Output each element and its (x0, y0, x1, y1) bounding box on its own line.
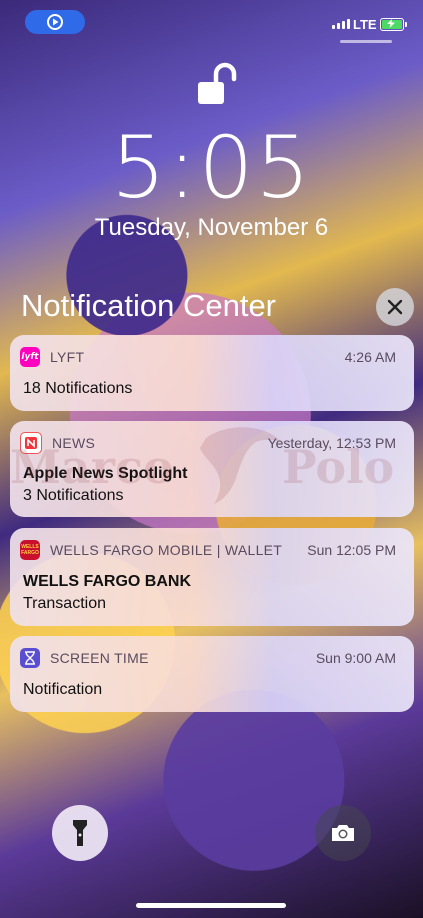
clear-notifications-button[interactable] (376, 288, 414, 326)
hourglass-icon (20, 648, 40, 668)
lock-screen-date: Tuesday, November 6 (94, 214, 329, 241)
notification-body: Notification (23, 681, 103, 698)
battery-charging-icon (380, 18, 407, 31)
camera-button[interactable] (315, 805, 371, 861)
notification-time: Sun 12:05 PM (307, 542, 396, 558)
wells-fargo-icon: WELLS FARGO (20, 540, 40, 560)
notification-body: Transaction (23, 595, 106, 612)
notification-title: WELLS FARGO BANK (23, 573, 191, 590)
unlocked-padlock-icon (198, 62, 237, 104)
carrier-label: LTE (353, 17, 377, 32)
flashlight-icon (73, 820, 87, 846)
status-bar: LTE (0, 0, 423, 44)
cellular-signal-icon (332, 19, 350, 29)
notification-screen-time[interactable]: SCREEN TIME Sun 9:00 AM Notification (10, 636, 414, 712)
camera-icon (332, 825, 354, 841)
notification-app-name: WELLS FARGO MOBILE | WALLET (50, 542, 283, 558)
notification-lyft[interactable]: lyft LYFT 4:26 AM 18 Notifications (10, 335, 414, 411)
watermark-text-right: Polo (282, 440, 395, 494)
screen-recording-indicator[interactable] (25, 10, 85, 34)
control-center-handle[interactable] (340, 40, 392, 43)
notification-app-name: SCREEN TIME (50, 650, 149, 666)
notification-time: Sun 9:00 AM (315, 650, 396, 666)
notification-body: 18 Notifications (23, 380, 133, 397)
dolphin-watermark-icon (200, 427, 282, 504)
record-icon (47, 14, 63, 30)
notification-wells-fargo[interactable]: WELLS FARGO WELLS FARGO MOBILE | WALLET … (10, 528, 414, 626)
watermark-text-left: Marco (10, 440, 174, 494)
close-icon (387, 299, 403, 315)
lock-screen-time: 5:05 (110, 118, 313, 218)
notification-app-name: LYFT (50, 349, 85, 365)
lyft-icon: lyft (20, 347, 40, 367)
home-indicator[interactable] (136, 903, 286, 908)
notification-time: 4:26 AM (344, 349, 396, 365)
flashlight-button[interactable] (52, 805, 108, 861)
notification-center-title: Notification Center (21, 288, 277, 323)
